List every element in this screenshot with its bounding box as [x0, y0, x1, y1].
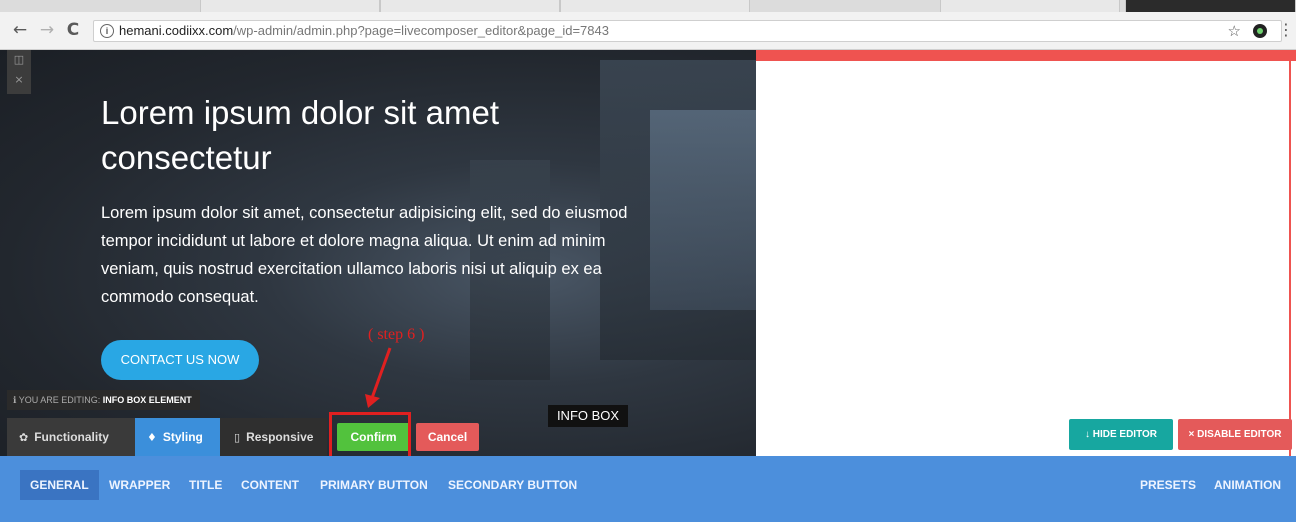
disable-editor-button[interactable]: × DISABLE EDITOR: [1178, 419, 1292, 450]
address-bar[interactable]: i hemani.codiixx.com/wp-admin/admin.php?…: [93, 20, 1282, 42]
tab-responsive-label: Responsive: [246, 430, 314, 444]
browser-tab[interactable]: [200, 0, 380, 12]
nav-title[interactable]: TITLE: [189, 470, 222, 500]
tab-styling-label: Styling: [162, 430, 203, 444]
step-annotation: ( step 6 ): [368, 326, 425, 343]
browser-tab[interactable]: [940, 0, 1120, 12]
browser-tab[interactable]: [560, 0, 750, 12]
background-photo-shape: [650, 110, 756, 310]
contact-us-button[interactable]: CONTACT US NOW: [101, 340, 259, 380]
site-info-icon[interactable]: i: [100, 24, 114, 38]
nav-content[interactable]: CONTENT: [241, 470, 299, 500]
editing-indicator: ℹ YOU ARE EDITING: INFO BOX ELEMENT: [7, 390, 200, 410]
tab-responsive[interactable]: ▯ Responsive: [220, 418, 327, 456]
tab-functionality-label: Functionality: [34, 430, 109, 444]
cancel-button[interactable]: Cancel: [416, 423, 479, 451]
info-box-title: Lorem ipsum dolor sit amet consectetur: [101, 94, 499, 176]
styling-sections-nav: GENERAL WRAPPER TITLE CONTENT PRIMARY BU…: [0, 456, 1296, 522]
back-icon[interactable]: ←: [10, 20, 30, 40]
url-host: hemani.codiixx.com: [119, 23, 234, 38]
reload-icon[interactable]: C: [63, 20, 83, 40]
nav-general[interactable]: GENERAL: [20, 470, 99, 500]
hide-editor-button[interactable]: ↓ HIDE EDITOR: [1069, 419, 1173, 450]
nav-secondary-button[interactable]: SECONDARY BUTTON: [448, 470, 577, 500]
module-handle[interactable]: ◫ ×: [7, 50, 31, 94]
url-text: hemani.codiixx.com/wp-admin/admin.php?pa…: [119, 21, 609, 41]
close-icon: ×: [1188, 429, 1198, 440]
nav-animation[interactable]: ANIMATION: [1214, 470, 1281, 500]
close-icon[interactable]: ×: [7, 70, 31, 90]
editing-prefix: YOU ARE EDITING:: [18, 395, 101, 405]
red-top-bar: [756, 50, 1296, 61]
drop-icon: ♦: [147, 431, 157, 444]
browser-toolbar: ← → C i hemani.codiixx.com/wp-admin/admi…: [0, 12, 1296, 50]
arrow-down-icon: ↓: [1084, 429, 1093, 440]
extension-icon[interactable]: [1253, 24, 1267, 38]
tab-functionality[interactable]: ✿ Functionality: [7, 418, 135, 456]
forward-icon[interactable]: →: [37, 20, 57, 40]
info-box-preview[interactable]: ◫ × Lorem ipsum dolor sit amet consectet…: [0, 50, 756, 456]
gear-icon: ✿: [19, 431, 29, 444]
bookmark-star-icon[interactable]: ☆: [1228, 21, 1241, 41]
red-edge: [1289, 61, 1291, 456]
browser-tab-active[interactable]: [1125, 0, 1296, 12]
url-path: /wp-admin/admin.php?page=livecomposer_ed…: [233, 23, 609, 38]
annotation-arrow-icon: [365, 347, 392, 408]
nav-primary-button[interactable]: PRIMARY BUTTON: [320, 470, 428, 500]
editing-element-name: INFO BOX ELEMENT: [102, 395, 192, 405]
mobile-icon: ▯: [234, 431, 241, 444]
tab-styling[interactable]: ♦ Styling: [135, 418, 220, 456]
disable-editor-label: DISABLE EDITOR: [1197, 429, 1282, 440]
info-box-tag: INFO BOX: [548, 405, 628, 427]
hide-editor-label: HIDE EDITOR: [1092, 429, 1158, 440]
nav-wrapper[interactable]: WRAPPER: [109, 470, 170, 500]
browser-tabstrip: [0, 0, 1296, 12]
columns-icon[interactable]: ◫: [7, 50, 31, 70]
info-box-content: Lorem ipsum dolor sit amet, consectetur …: [101, 204, 628, 306]
browser-tab[interactable]: [380, 0, 560, 12]
annotation-highlight-box: [329, 412, 411, 460]
nav-presets[interactable]: PRESETS: [1140, 470, 1196, 500]
browser-menu-icon[interactable]: ⋮: [1278, 20, 1294, 39]
